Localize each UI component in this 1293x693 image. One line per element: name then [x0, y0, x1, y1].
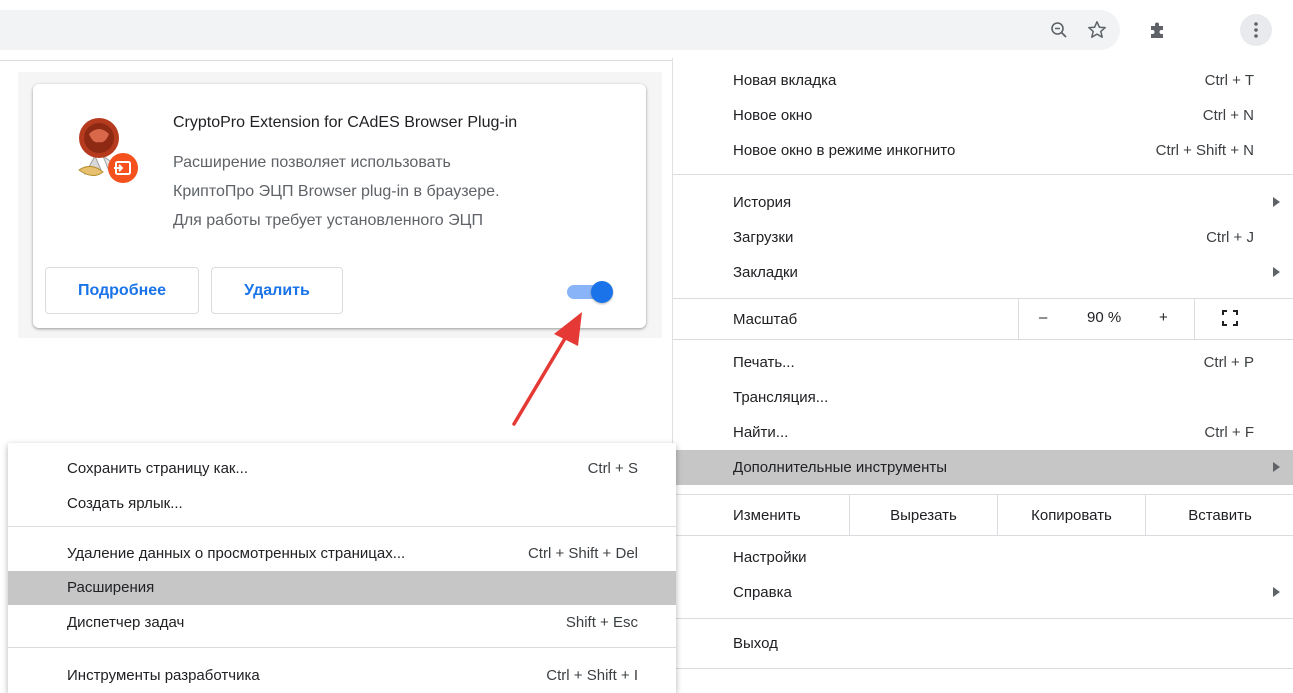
kebab-menu-icon[interactable]	[1240, 14, 1272, 46]
menu-item-label: Инструменты разработчика	[67, 667, 260, 684]
submenu-arrow-icon	[1273, 267, 1280, 277]
paste-button[interactable]: Вставить	[1145, 495, 1293, 535]
zoom-row: Масштаб – 90 % +	[673, 298, 1293, 340]
toolbar-divider	[0, 60, 672, 61]
extension-name: CryptoPro Extension for CAdES Browser Pl…	[173, 114, 518, 131]
menu-item-bookmarks[interactable]: Закладки	[673, 255, 1293, 290]
cut-button[interactable]: Вырезать	[849, 495, 997, 535]
menu-separator	[8, 647, 676, 648]
zoom-value: 90 %	[1087, 309, 1122, 326]
details-button[interactable]: Подробнее	[45, 267, 199, 314]
menu-item-label: Найти...	[733, 424, 789, 441]
menu-item-cast[interactable]: Трансляция...	[673, 380, 1293, 415]
menu-item-new-window[interactable]: Новое окно Ctrl + N	[673, 98, 1293, 133]
menu-item-label: Сохранить страницу как...	[67, 460, 248, 477]
menu-item-downloads[interactable]: Загрузки Ctrl + J	[673, 220, 1293, 255]
menu-item-label: Создать ярлык...	[67, 495, 183, 512]
menu-item-label: Загрузки	[733, 229, 794, 246]
menu-item-shortcut: Ctrl + J	[1206, 229, 1254, 246]
menu-item-shortcut: Ctrl + S	[587, 460, 638, 477]
chrome-main-menu: Новая вкладка Ctrl + T Новое окно Ctrl +…	[672, 58, 1293, 693]
puzzle-icon[interactable]	[1142, 14, 1174, 46]
menu-item-shortcut: Shift + Esc	[565, 614, 638, 631]
menu-item-label: Трансляция...	[733, 389, 829, 406]
zoom-out-magnifier-icon[interactable]	[1043, 14, 1075, 46]
address-bar[interactable]	[0, 10, 1120, 50]
menu-item-label: Дополнительные инструменты	[733, 459, 948, 476]
menu-item-shortcut: Ctrl + Shift + Del	[527, 545, 638, 562]
menu-item-label: Новая вкладка	[733, 72, 837, 89]
menu-item-settings[interactable]: Настройки	[673, 540, 1293, 575]
menu-item-new-tab[interactable]: Новая вкладка Ctrl + T	[673, 63, 1293, 98]
menu-item-more-tools[interactable]: Дополнительные инструменты	[673, 450, 1293, 485]
submenu-item-task-manager[interactable]: Диспетчер задач Shift + Esc	[8, 606, 676, 640]
zoom-in-button[interactable]: +	[1159, 309, 1168, 326]
menu-item-exit[interactable]: Выход	[673, 626, 1293, 661]
cryptopro-extension-icon	[73, 112, 147, 188]
extension-description-line: Расширение позволяет использовать	[173, 154, 451, 171]
menu-item-help[interactable]: Справка	[673, 575, 1293, 610]
extension-description-line: КриптоПро ЭЦП Browser plug-in в браузере…	[173, 183, 500, 200]
menu-item-shortcut: Ctrl + Shift + N	[1155, 142, 1254, 159]
submenu-item-extensions[interactable]: Расширения	[8, 571, 676, 605]
menu-item-label: Удаление данных о просмотренных страница…	[67, 545, 406, 562]
browser-toolbar	[0, 0, 1293, 58]
submenu-item-create-shortcut[interactable]: Создать ярлык...	[8, 487, 676, 521]
menu-separator	[8, 526, 676, 527]
menu-item-shortcut: Ctrl + F	[1204, 424, 1254, 441]
menu-item-label: Новое окно в режиме инкогнито	[733, 142, 956, 159]
menu-item-find[interactable]: Найти... Ctrl + F	[673, 415, 1293, 450]
menu-separator	[673, 668, 1293, 669]
extension-description-line: Для работы требует установленного ЭЦП	[173, 212, 483, 229]
extension-card: CryptoPro Extension for CAdES Browser Pl…	[33, 84, 646, 328]
menu-item-history[interactable]: История	[673, 185, 1293, 220]
submenu-arrow-icon	[1273, 587, 1280, 597]
submenu-arrow-icon	[1273, 462, 1280, 472]
edit-row: Изменить Вырезать Копировать Вставить	[673, 494, 1293, 536]
menu-item-label: Диспетчер задач	[67, 614, 185, 631]
extension-description: Расширение позволяет использовать Крипто…	[173, 148, 633, 235]
copy-button[interactable]: Копировать	[997, 495, 1145, 535]
submenu-arrow-icon	[1273, 197, 1280, 207]
annotation-arrow-icon	[512, 312, 582, 426]
menu-item-label: Печать...	[733, 354, 795, 371]
menu-item-label: Закладки	[733, 264, 798, 281]
menu-item-label: Новое окно	[733, 107, 813, 124]
menu-item-shortcut: Ctrl + Shift + I	[546, 667, 638, 684]
fullscreen-icon[interactable]	[1221, 309, 1239, 327]
star-icon[interactable]	[1081, 14, 1113, 46]
submenu-item-dev-tools[interactable]: Инструменты разработчика Ctrl + Shift + …	[8, 659, 676, 693]
menu-item-shortcut: Ctrl + T	[1204, 72, 1254, 89]
menu-item-label: История	[733, 194, 792, 211]
edit-label: Изменить	[733, 507, 801, 524]
submenu-item-save-page[interactable]: Сохранить страницу как... Ctrl + S	[8, 452, 676, 486]
zoom-label: Масштаб	[733, 311, 798, 328]
submenu-item-clear-data[interactable]: Удаление данных о просмотренных страница…	[8, 537, 676, 571]
zoom-control: – 90 % +	[1018, 299, 1195, 339]
menu-item-label: Расширения	[67, 579, 155, 596]
menu-item-label: Справка	[733, 584, 792, 601]
menu-separator	[673, 618, 1293, 619]
menu-item-label: Настройки	[733, 549, 807, 566]
menu-separator	[673, 174, 1293, 175]
more-tools-submenu: Сохранить страницу как... Ctrl + S Созда…	[8, 443, 676, 693]
menu-item-incognito[interactable]: Новое окно в режиме инкогнито Ctrl + Shi…	[673, 133, 1293, 168]
zoom-out-button[interactable]: –	[1039, 309, 1047, 326]
menu-item-shortcut: Ctrl + N	[1202, 107, 1254, 124]
menu-item-label: Выход	[733, 635, 778, 652]
remove-button[interactable]: Удалить	[211, 267, 343, 314]
menu-item-print[interactable]: Печать... Ctrl + P	[673, 345, 1293, 380]
menu-item-shortcut: Ctrl + P	[1203, 354, 1254, 371]
